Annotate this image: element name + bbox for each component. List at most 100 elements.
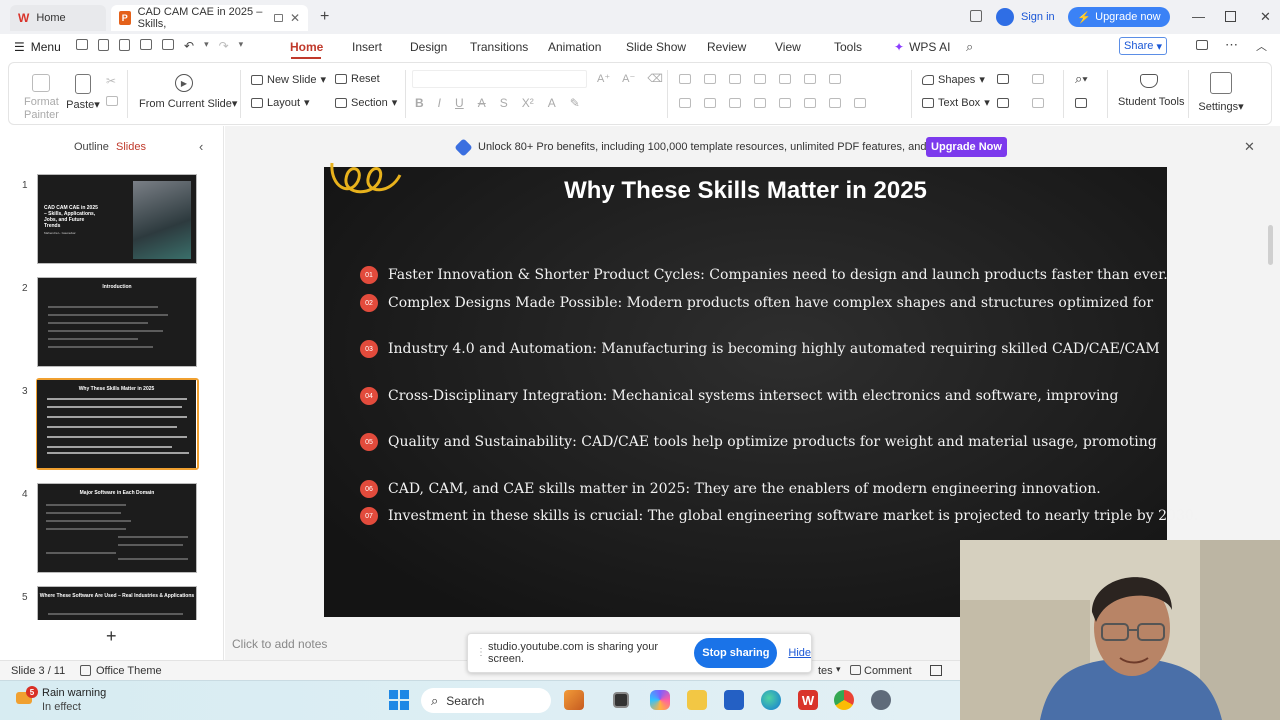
taskbar-search[interactable]: ⌕ Search xyxy=(421,688,551,713)
menu-insert[interactable]: Insert xyxy=(352,40,382,54)
sort-icon[interactable] xyxy=(829,74,841,84)
bullet-item[interactable]: 01 Faster Innovation & Shorter Product Cy… xyxy=(360,266,1168,284)
menu-slide-show[interactable]: Slide Show xyxy=(626,40,686,54)
collapse-ribbon-icon[interactable]: ︿ xyxy=(1256,38,1267,54)
layout-button[interactable]: Layout ▾ xyxy=(251,96,310,109)
menu-tools[interactable]: Tools xyxy=(834,40,862,54)
menu-button[interactable]: ☰ Menu xyxy=(14,40,61,54)
tab-home[interactable]: W Home xyxy=(10,5,106,31)
stop-sharing-button[interactable]: Stop sharing xyxy=(694,638,778,668)
menu-transitions[interactable]: Transitions xyxy=(470,40,528,54)
slide-thumbnail-2[interactable]: Introduction xyxy=(37,277,197,367)
window-list-icon[interactable] xyxy=(970,10,982,22)
outline-tab[interactable]: Outline xyxy=(74,141,109,153)
numbering-icon[interactable] xyxy=(704,74,716,84)
outline-icon[interactable] xyxy=(1032,98,1044,108)
search-icon[interactable]: ⌕ xyxy=(966,39,973,55)
comment-button[interactable]: Comment xyxy=(864,665,912,677)
normal-view-icon[interactable] xyxy=(930,665,942,676)
edge-icon[interactable] xyxy=(761,690,781,710)
settings-gear-icon[interactable] xyxy=(871,690,891,710)
align-left-icon[interactable] xyxy=(679,98,691,108)
bullet-item[interactable]: 07 Investment in these skills is crucial:… xyxy=(360,507,1198,525)
align-right-icon[interactable] xyxy=(729,98,741,108)
text-box-button[interactable]: Text Box ▾ xyxy=(922,96,990,109)
student-tools-button[interactable]: Student Tools xyxy=(1118,74,1184,108)
from-current-slide-button[interactable]: ▶ From Current Slide▾ xyxy=(139,74,237,110)
strike-s-icon[interactable]: S xyxy=(500,96,508,110)
fill-icon[interactable] xyxy=(1032,74,1044,84)
paste-button[interactable]: Paste▾ xyxy=(66,74,100,111)
bold-icon[interactable]: B xyxy=(415,96,424,110)
find-icon[interactable]: ⌕▾ xyxy=(1075,71,1088,87)
menu-design[interactable]: Design xyxy=(410,40,447,54)
align-center-icon[interactable] xyxy=(704,98,716,108)
notes-dropdown-icon[interactable]: ▾ xyxy=(836,664,841,675)
slide-thumbnail-5[interactable]: Where These Software Are Used – Real Ind… xyxy=(37,586,197,620)
cut-icon[interactable]: ✂ xyxy=(106,74,116,88)
shapes-button[interactable]: Shapes ▾ xyxy=(922,73,985,86)
tab-document[interactable]: P CAD CAM CAE in 2025 – Skills, ✕ xyxy=(111,5,308,31)
settings-button[interactable]: Settings▾ xyxy=(1198,72,1244,113)
bullet-item[interactable]: 03 Industry 4.0 and Automation: Manufactu… xyxy=(360,340,1160,358)
copy-icon[interactable] xyxy=(106,96,118,106)
close-window-icon[interactable]: ✕ xyxy=(1260,9,1271,25)
new-tab-icon[interactable]: + xyxy=(320,8,329,26)
wps-ai-button[interactable]: ✦ WPS AI xyxy=(894,40,950,54)
share-button[interactable]: Share ▾ xyxy=(1119,37,1167,55)
wps-office-icon[interactable]: W xyxy=(798,690,818,710)
menu-view[interactable]: View xyxy=(775,40,801,54)
justify-icon[interactable] xyxy=(754,98,766,108)
slide-title[interactable]: Why These Skills Matter in 2025 xyxy=(324,177,1167,205)
underline-icon[interactable]: U xyxy=(455,96,464,110)
open-folder-icon[interactable] xyxy=(76,39,88,50)
bullet-item[interactable]: 02 Complex Designs Made Possible: Modern … xyxy=(360,294,1153,312)
bullets-icon[interactable] xyxy=(679,74,691,84)
reset-button[interactable]: Reset xyxy=(335,73,380,85)
store-icon[interactable] xyxy=(724,690,744,710)
smartart-icon[interactable] xyxy=(854,98,866,108)
bullet-item[interactable]: 04 Cross-Disciplinary Integration: Mechan… xyxy=(360,387,1118,405)
weather-title[interactable]: Rain warning xyxy=(42,687,106,699)
format-painter-button[interactable]: Format Painter xyxy=(24,74,59,122)
arrange-icon[interactable] xyxy=(997,98,1009,108)
line-spacing-icon[interactable] xyxy=(779,74,791,84)
increase-font-icon[interactable]: A⁺ xyxy=(597,72,610,85)
theme-name[interactable]: Office Theme xyxy=(96,665,162,677)
section-button[interactable]: Section ▾ xyxy=(335,96,397,109)
vertical-scrollbar[interactable] xyxy=(1268,225,1273,265)
decrease-indent-icon[interactable] xyxy=(729,74,741,84)
clear-format-icon[interactable]: ⌫ xyxy=(647,72,663,85)
menu-animation[interactable]: Animation xyxy=(548,40,601,54)
hide-link[interactable]: Hide xyxy=(788,647,811,659)
redo-icon[interactable]: ↷ xyxy=(219,39,229,53)
undo-icon[interactable]: ↶ xyxy=(184,39,194,53)
windows-start-icon[interactable] xyxy=(389,690,409,710)
new-slide-button[interactable]: New Slide ▾ xyxy=(251,73,326,86)
close-banner-icon[interactable]: ✕ xyxy=(1244,139,1255,155)
select-icon[interactable] xyxy=(1075,98,1087,108)
chrome-icon[interactable] xyxy=(834,690,854,710)
more-quick-access-icon[interactable]: ▾ xyxy=(239,39,244,53)
slide-thumbnail-4[interactable]: Major Software in Each Domain xyxy=(37,483,197,573)
strikethrough-icon[interactable]: A xyxy=(478,96,486,110)
collapse-panel-icon[interactable]: ‹ xyxy=(199,139,203,154)
task-view-icon[interactable] xyxy=(613,692,629,708)
increase-indent-icon[interactable] xyxy=(754,74,766,84)
slides-tab[interactable]: Slides xyxy=(116,141,146,153)
print-icon[interactable] xyxy=(140,39,152,50)
weather-widget-icon[interactable]: 5 xyxy=(16,686,38,706)
comment-icon[interactable] xyxy=(1196,40,1208,50)
menu-review[interactable]: Review xyxy=(707,40,746,54)
sign-in-button[interactable]: Sign in xyxy=(996,8,1055,26)
restore-icon[interactable] xyxy=(1225,11,1236,22)
bullet-item[interactable]: 06 CAD, CAM, and CAE skills matter in 202… xyxy=(360,480,1101,498)
font-color-icon[interactable]: A xyxy=(548,96,556,110)
drag-handle-icon[interactable]: ⋮ xyxy=(476,647,486,658)
superscript-icon[interactable]: X² xyxy=(522,96,534,110)
columns-icon[interactable] xyxy=(804,98,816,108)
export-pdf-icon[interactable] xyxy=(119,39,130,51)
print-preview-icon[interactable] xyxy=(162,39,174,50)
more-options-icon[interactable]: ⋯ xyxy=(1225,37,1238,53)
upgrade-now-button[interactable]: ⚡ Upgrade now xyxy=(1068,7,1170,27)
